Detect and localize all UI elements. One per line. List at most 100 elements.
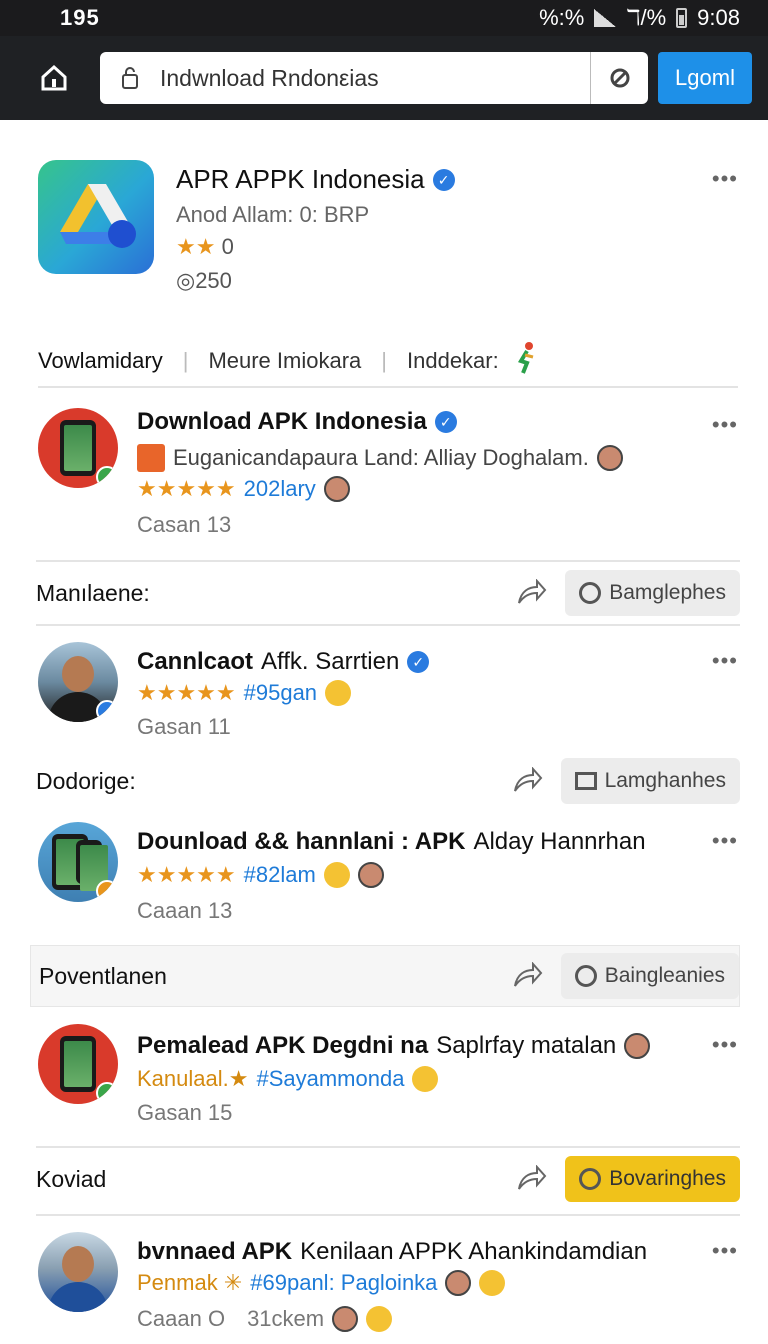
star-icon: ★★ [176, 234, 216, 259]
section-action-button[interactable]: Lamghanhes [560, 758, 740, 804]
list-item[interactable]: Dounload && hannlani : APK Alday Hannrha… [38, 822, 738, 923]
section-label: Manılaene: [36, 579, 150, 606]
compass-icon [574, 965, 597, 987]
tab-vowlamidary[interactable]: Vowlamidary [38, 348, 163, 374]
network-text: %:% [539, 5, 585, 30]
app-thumbnail [38, 822, 118, 902]
app-icon[interactable] [38, 160, 154, 274]
share-icon[interactable] [507, 761, 547, 801]
section-action-label: Bamglephes [609, 581, 726, 604]
section-action-button[interactable]: Bovaringhes [565, 1156, 740, 1202]
clock: 9:08 [697, 5, 740, 30]
section-bar: Koviad Bovaringhes [36, 1148, 740, 1210]
item-title: Dounload && hannlani : APK Alday Hannrha… [137, 828, 646, 856]
browser-toolbar: Indwnload Rndonεias Lgoml [0, 36, 768, 120]
item-meta: Caaan 13 [137, 898, 233, 923]
tab-separator: | [182, 348, 189, 373]
share-icon[interactable] [511, 1159, 551, 1199]
list-item[interactable]: bvnnaed APK Kenilaan APPK Ahankindamdian… [38, 1230, 738, 1340]
item-title-text: Download APK Indonesia [137, 408, 427, 435]
item-rating-row: Penmak ✳ #69panl: Pagloinka [137, 1270, 506, 1296]
more-options-icon[interactable]: ••• [712, 1032, 738, 1058]
avatar [445, 1270, 472, 1296]
section-action-label: Bovaringhes [609, 1167, 726, 1190]
more-options-icon[interactable]: ••• [712, 648, 738, 674]
battery-icon [676, 8, 688, 28]
item-tag[interactable]: #69panl: Pagloinka [250, 1270, 437, 1296]
download-count: ◎250 [176, 268, 232, 293]
item-rating-row: ★★★★★ 202lary [137, 476, 350, 502]
item-rating-row: ★★★★★ #82lam [137, 862, 384, 888]
more-options-icon[interactable]: ••• [712, 412, 738, 438]
avatar [38, 642, 118, 722]
emoji-icon [412, 1066, 439, 1092]
home-icon[interactable] [26, 50, 82, 106]
list-item[interactable]: Cannlcaot Affk. Sarrtien ✓ ★★★★★ #95gan … [38, 642, 738, 742]
star-icon: ★★★★★ [137, 680, 236, 705]
section-action-label: Baingleanies [604, 964, 725, 987]
emoji-icon [137, 444, 165, 472]
block-icon[interactable] [590, 52, 648, 104]
compass-icon [579, 582, 602, 604]
app-title-text: APR APPK Indonesia [176, 164, 425, 194]
address-bar[interactable]: Indwnload Rndonεias [100, 52, 648, 104]
url-text[interactable]: Indwnload Rndonεias [160, 65, 590, 92]
divider [36, 1214, 740, 1216]
avatar [323, 476, 350, 502]
item-tag[interactable]: #95gan [244, 680, 317, 706]
divider [36, 624, 740, 626]
app-subtitle: Anod Allam: 0: BRP [176, 202, 370, 227]
item-title-text: Dounload && hannlani : APK [137, 828, 466, 855]
verified-icon: ✓ [434, 411, 457, 433]
item-title-rest: Affk. Sarrtien [261, 648, 400, 675]
item-rating-row: Kanulaal.★ #Sayammonda [137, 1066, 439, 1092]
rating-value: 0 [221, 234, 234, 259]
more-options-icon[interactable]: ••• [712, 1238, 738, 1264]
section-bar: Manılaene: Bamglephes [36, 562, 740, 624]
section-action-button[interactable]: Bamglephes [565, 570, 740, 616]
item-category: Kanulaal.★ [137, 1066, 249, 1091]
tab-inddekar[interactable]: Inddekar: [407, 348, 499, 374]
network-text-2: ℸ/% [626, 5, 667, 30]
section-bar: Poventlanen Baingleanies [30, 945, 740, 1007]
more-options-icon[interactable]: ••• [712, 828, 738, 854]
item-title: Cannlcaot Affk. Sarrtien ✓ [137, 648, 430, 676]
login-button[interactable]: Lgoml [658, 52, 752, 104]
item-rating-row: ★★★★★ #95gan [137, 680, 352, 706]
more-options-icon[interactable]: ••• [712, 166, 738, 192]
verified-icon: ✓ [407, 651, 430, 673]
tab-meure[interactable]: Meure Imiokara [208, 348, 361, 374]
app-thumbnail [38, 1024, 118, 1104]
item-tag[interactable]: #82lam [244, 862, 316, 888]
item-tag[interactable]: 202lary [244, 476, 316, 502]
screen-icon [574, 772, 597, 790]
item-title-rest: Alday Hannrhan [473, 828, 646, 855]
share-icon[interactable] [511, 573, 551, 613]
item-meta-2: 31ckem [247, 1306, 325, 1331]
star-icon: ★★★★★ [137, 476, 236, 501]
item-meta: Caaan O [137, 1306, 226, 1331]
tab-separator: | [381, 348, 387, 373]
section-action-button[interactable]: Baingleanies [560, 953, 739, 999]
avatar [624, 1033, 651, 1059]
app-thumbnail [38, 408, 118, 488]
status-bar: 195 %:% ℸ/% 9:08 [0, 0, 768, 36]
list-item[interactable]: Pemalead APK Degdni na Saplrfay matalan … [38, 1024, 738, 1128]
emoji-icon [325, 680, 352, 706]
section-label: Koviad [36, 1165, 107, 1192]
app-rating: ★★ 0 [176, 234, 234, 260]
avatar [332, 1306, 359, 1332]
signal-icon [594, 9, 617, 27]
item-title-text: Pemalead APK Degdni na [137, 1032, 429, 1059]
status-left-text: 195 [60, 5, 100, 30]
item-meta: Gasan 15 [137, 1100, 233, 1125]
item-title-text: Cannlcaot [137, 648, 254, 675]
list-item[interactable]: Download APK Indonesia ✓ Euganicandapaur… [38, 408, 738, 548]
share-icon[interactable] [507, 956, 547, 996]
avatar [596, 445, 623, 471]
item-title-rest: Kenilaan APPK Ahankindamdian [300, 1238, 648, 1265]
compass-icon [579, 1168, 602, 1190]
item-tag[interactable]: #Sayammonda [256, 1066, 404, 1092]
page-info-icon[interactable] [100, 66, 160, 90]
item-title: Pemalead APK Degdni na Saplrfay matalan [137, 1032, 651, 1060]
